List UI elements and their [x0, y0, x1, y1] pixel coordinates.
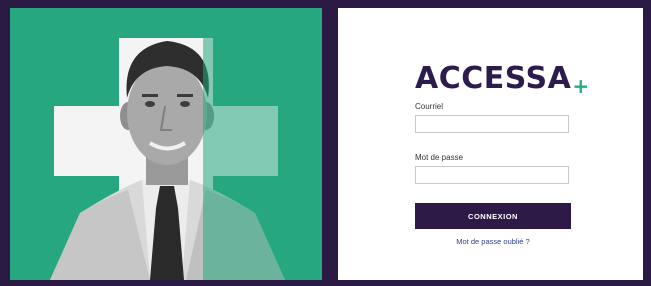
hero-image: [10, 8, 322, 280]
login-page: ACCESSA + Courriel Mot de passe CONNEXIO…: [0, 0, 651, 286]
brand-logo: ACCESSA +: [415, 54, 590, 98]
brand-name: ACCESSA: [415, 61, 572, 96]
email-label: Courriel: [415, 102, 444, 111]
brand-plus-icon: +: [572, 74, 590, 98]
login-panel: ACCESSA + Courriel Mot de passe CONNEXIO…: [338, 8, 643, 280]
forgot-password-link[interactable]: Mot de passe oublié ?: [415, 237, 571, 246]
password-field[interactable]: [415, 166, 569, 184]
login-button[interactable]: CONNEXION: [415, 203, 571, 229]
doctor-portrait: [50, 38, 322, 280]
password-label: Mot de passe: [415, 153, 464, 162]
email-field[interactable]: [415, 115, 569, 133]
